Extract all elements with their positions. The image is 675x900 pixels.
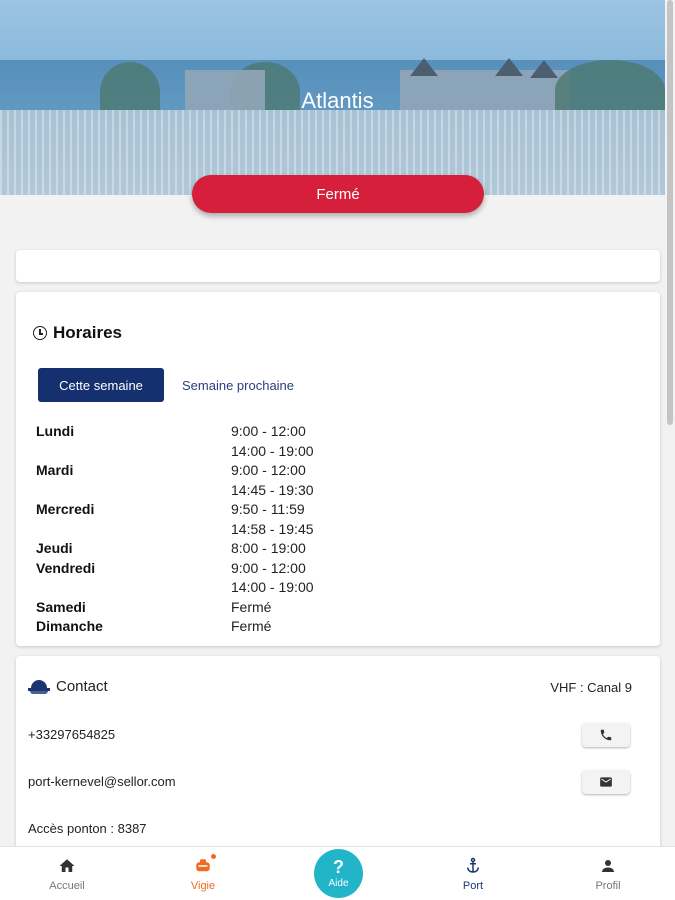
lifebuoy-icon [196,858,210,871]
call-button[interactable] [582,723,630,747]
time-slot: 9:00 - 12:00 [231,423,306,439]
nav-label: Port [462,879,484,892]
person-icon [602,859,614,872]
hours-title-text: Horaires [53,323,122,342]
hours-row-sunday: Dimanche Fermé [36,617,636,637]
time-slot: 14:00 - 19:00 [231,579,314,595]
hours-row-wednesday: Mercredi 9:50 - 11:59 14:58 - 19:45 [36,500,636,539]
nav-vigie[interactable]: Vigie [148,847,258,900]
notification-dot [210,853,217,860]
status-button[interactable]: Fermé [192,175,484,213]
day-label: Lundi [36,423,75,439]
hours-row-friday: Vendredi 9:00 - 12:00 14:00 - 19:00 [36,559,636,598]
phone-icon [600,729,612,741]
scrollbar-thumb[interactable] [667,0,673,425]
time-slot: 14:45 - 19:30 [231,481,314,498]
help-button[interactable]: ? Aide [314,849,363,898]
home-icon [59,858,75,872]
captain-hat-icon [28,679,50,694]
hours-row-tuesday: Mardi 9:00 - 12:00 14:45 - 19:30 [36,461,636,500]
hours-row-saturday: Samedi Fermé [36,598,636,618]
nav-label: Accueil [49,879,85,892]
pontoon-access: Accès ponton : 8387 [28,821,147,836]
empty-card [16,250,660,282]
day-label: Vendredi [36,559,96,576]
phone-number: +33297654825 [28,727,116,742]
hours-card: Horaires Cette semaine Semaine prochaine… [16,292,660,646]
contact-card: Contact VHF : Canal 9 +33297654825 port-… [16,656,660,856]
time-slot: 8:00 - 19:00 [231,540,306,556]
nav-label: Profil [595,879,621,892]
time-slot: 14:00 - 19:00 [231,442,314,459]
help-icon: ? [333,857,344,877]
time-slot: 9:50 - 11:59 [231,501,305,517]
time-slot: Fermé [231,598,272,615]
day-label: Dimanche [36,618,103,634]
hours-title: Horaires [33,323,122,343]
nav-profil[interactable]: Profil [553,847,663,900]
time-slot: 14:58 - 19:45 [231,520,314,537]
hours-row-monday: Lundi 9:00 - 12:00 14:00 - 19:00 [36,422,636,461]
nav-label: Vigie [190,879,216,892]
nav-label: Aide [328,878,349,889]
day-label: Jeudi [36,540,73,556]
nav-accueil[interactable]: Accueil [12,847,122,900]
scrollbar[interactable] [665,0,675,846]
nav-port[interactable]: Port [418,847,528,900]
time-slot: 9:00 - 12:00 [231,462,306,478]
port-title: Atlantis [301,88,374,113]
vhf-channel: VHF : Canal 9 [550,680,632,695]
day-label: Mardi [36,462,74,478]
hours-row-thursday: Jeudi 8:00 - 19:00 [36,539,636,559]
tab-this-week[interactable]: Cette semaine [38,368,164,402]
time-slot: Fermé [231,618,272,634]
contact-title-text: Contact [56,678,108,695]
anchor-icon [467,857,479,873]
clock-icon [33,326,47,340]
hero-banner: Atlantis [0,0,675,195]
mail-icon [600,777,612,787]
time-slot: 9:00 - 12:00 [231,559,306,576]
tab-next-week[interactable]: Semaine prochaine [182,368,294,402]
day-label: Samedi [36,598,86,615]
hours-table: Lundi 9:00 - 12:00 14:00 - 19:00 Mardi 9… [36,422,636,637]
email-address: port-kernevel@sellor.com [28,774,176,789]
day-label: Mercredi [36,501,95,517]
email-button[interactable] [582,770,630,794]
contact-title: Contact [28,678,108,695]
